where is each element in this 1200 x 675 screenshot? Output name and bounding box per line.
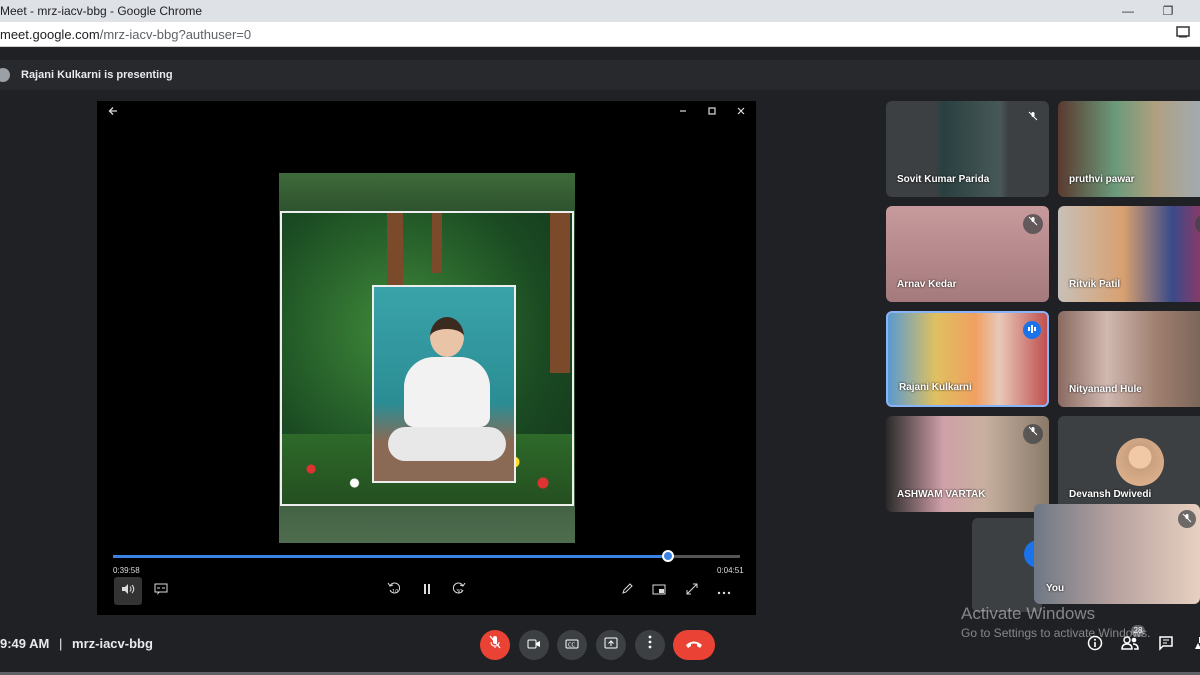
watermark-line-1: Activate Windows [961, 604, 1096, 623]
cast-icon[interactable] [1176, 26, 1190, 41]
fullscreen-icon[interactable] [678, 577, 706, 605]
maximize-icon[interactable] [704, 105, 720, 119]
shared-video-frame [279, 173, 575, 543]
minimize-icon[interactable]: — [1118, 2, 1138, 20]
mic-off-icon [1195, 214, 1200, 234]
captions-icon[interactable] [147, 577, 175, 605]
address-bar[interactable]: meet.google.com/mrz-iacv-bbg?authuser=0 [0, 22, 1200, 47]
child-head [430, 317, 464, 357]
url-path: /mrz-iacv-bbg?authuser=0 [99, 27, 252, 42]
participant-tile[interactable]: pruthvi pawar [1058, 101, 1200, 197]
more-options-icon[interactable] [710, 577, 738, 605]
chat-icon[interactable] [1156, 635, 1176, 654]
self-view-tile[interactable]: You [1034, 504, 1200, 604]
child-portrait-image [372, 285, 516, 483]
present-screen-button[interactable] [596, 630, 626, 660]
watermark-line-2: Go to Settings to activate Windows. [961, 626, 1151, 640]
participant-name: Ritvik Patil [1069, 279, 1121, 290]
mic-off-icon [1178, 510, 1196, 528]
rewind-10-icon[interactable]: 10 [380, 577, 408, 605]
svg-text:30: 30 [456, 589, 462, 595]
participant-name: pruthvi pawar [1069, 174, 1135, 185]
camera-toggle-button[interactable] [519, 630, 549, 660]
captions-button[interactable]: CC [557, 630, 587, 660]
restore-icon[interactable]: ❐ [1158, 2, 1178, 20]
participant-tile[interactable]: Sovit Kumar Parida [886, 101, 1049, 197]
self-name: You [1046, 583, 1065, 594]
participant-name: Rajani Kulkarni [899, 382, 972, 393]
participant-tile[interactable]: Devansh Dwivedi [1058, 416, 1200, 512]
svg-text:10: 10 [392, 589, 398, 595]
presenter-avatar [0, 68, 10, 82]
mic-off-icon [1023, 214, 1043, 234]
mic-toggle-button[interactable] [480, 630, 510, 660]
arrow-left-icon[interactable] [105, 105, 121, 119]
window-title: Meet - mrz-iacv-bbg - Google Chrome [0, 4, 203, 18]
clock-time: 9:49 AM [0, 636, 50, 651]
progress-knob[interactable] [661, 550, 674, 562]
child-legs [388, 427, 506, 461]
activate-windows-watermark: Activate Windows Go to Settings to activ… [961, 604, 1150, 640]
progress-fill [113, 555, 668, 558]
meeting-code: mrz-iacv-bbg [72, 636, 153, 651]
meeting-details[interactable]: 9:49 AM | mrz-iacv-bbg [0, 636, 153, 651]
participant-name: Sovit Kumar Parida [897, 174, 990, 185]
minimize-icon[interactable] [675, 105, 691, 119]
participant-tile-active-speaker[interactable]: Rajani Kulkarni [886, 311, 1049, 407]
tree-trunk [387, 213, 403, 293]
participant-tile[interactable]: Arnav Kedar [886, 206, 1049, 302]
hidden-tile [972, 518, 1044, 612]
url-text[interactable]: meet.google.com/mrz-iacv-bbg?authuser=0 [0, 27, 251, 42]
child-body [404, 357, 490, 427]
tree-trunk [550, 213, 570, 373]
video-progress-bar[interactable] [113, 550, 740, 562]
svg-text:CC: CC [568, 643, 575, 649]
mic-off-icon [1023, 109, 1043, 129]
avatar [1116, 438, 1164, 486]
pause-icon[interactable] [413, 577, 441, 605]
tree-trunk [432, 213, 442, 273]
presentation-player[interactable]: 0:39:58 0:04:51 10 30 [97, 101, 756, 615]
activities-icon[interactable] [1189, 635, 1200, 654]
elapsed-time: 0:39:58 [113, 566, 140, 575]
participant-tile[interactable]: Ritvik Patil [1058, 206, 1200, 302]
separator: | [59, 636, 63, 651]
forward-30-icon[interactable]: 30 [445, 577, 473, 605]
close-icon[interactable] [733, 105, 749, 119]
remaining-time: 0:04:51 [717, 566, 744, 575]
participant-name: ASHWAM VARTAK [897, 489, 986, 500]
participant-name: Nityanand Hule [1069, 384, 1142, 395]
pen-icon[interactable] [613, 577, 641, 605]
participant-tile[interactable]: Nityanand Hule [1058, 311, 1200, 407]
url-host: meet.google.com [0, 27, 100, 42]
mic-off-icon [1023, 424, 1043, 444]
presenting-banner: Rajani Kulkarni is presenting [0, 60, 1200, 90]
participant-name: Devansh Dwivedi [1069, 489, 1152, 500]
speaking-indicator-icon [1023, 321, 1041, 339]
presenting-text: Rajani Kulkarni is presenting [21, 69, 173, 81]
miniplayer-icon[interactable] [645, 577, 673, 605]
volume-icon[interactable] [114, 577, 142, 605]
browser-title-bar: Meet - mrz-iacv-bbg - Google Chrome — ❐ [0, 0, 1200, 22]
participant-name: Arnav Kedar [897, 279, 957, 290]
forest-scene-image [280, 211, 574, 506]
more-options-button[interactable] [635, 630, 665, 660]
participant-tile[interactable]: ASHWAM VARTAK [886, 416, 1049, 512]
leave-call-button[interactable] [673, 630, 715, 660]
